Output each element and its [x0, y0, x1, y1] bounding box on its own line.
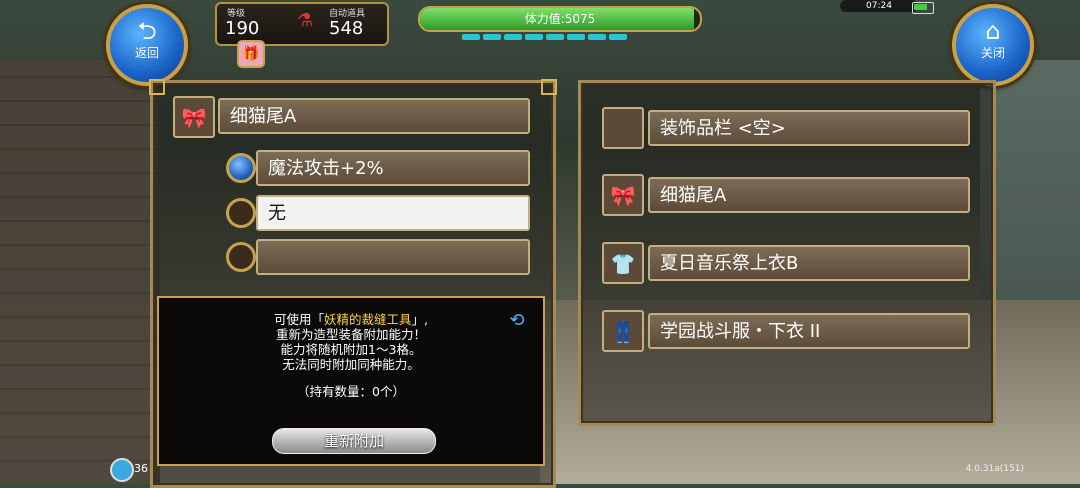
bow-icon: 🎀: [173, 96, 215, 138]
auto-item-value: 548: [329, 18, 364, 39]
battery-icon: [912, 2, 934, 14]
close-label: 关闭: [980, 46, 1005, 60]
home-icon: ⌂: [985, 17, 1001, 45]
stamina-bar: 体力值:5075: [418, 6, 702, 32]
shirt-icon: 👕: [602, 242, 644, 284]
ability-orb-empty: [226, 198, 256, 228]
frame-corner: [541, 79, 557, 95]
ability-orb-filled: [226, 153, 256, 183]
equip-row-accessory[interactable]: 装饰品栏 <空>: [648, 110, 970, 146]
equip-row-tail[interactable]: 细猫尾A: [648, 177, 970, 213]
owned-count: （持有数量：0个）: [297, 384, 405, 399]
ability-slot-1[interactable]: 魔法攻击+2%: [256, 150, 530, 186]
info-line-3: 能力将随机附加1～3格。: [280, 342, 422, 357]
chat-icon[interactable]: [110, 458, 134, 482]
info-line-4: 无法同时附加同种能力。: [282, 357, 420, 372]
ability-slot-2[interactable]: 无: [256, 195, 530, 231]
potion-icon: ⚗: [297, 10, 314, 31]
selected-item-name: 细猫尾A: [218, 98, 530, 134]
info-line-1: 可使用「妖精的裁缝工具」,: [273, 312, 428, 327]
equip-row-top[interactable]: 夏日音乐祭上衣B: [648, 245, 970, 281]
back-button[interactable]: ⮌ 返回: [106, 4, 188, 86]
clock-display: 07:24: [840, 0, 918, 12]
frame-corner: [149, 79, 165, 95]
ability-orb-empty: [226, 242, 256, 272]
refresh-icon[interactable]: ⟲: [505, 310, 529, 331]
gift-icon[interactable]: 🎁: [237, 40, 265, 68]
stamina-label: 体力值:5075: [524, 12, 596, 26]
pants-icon: 👖: [602, 310, 644, 352]
level-value: 190: [225, 18, 260, 39]
back-label: 返回: [134, 46, 159, 60]
tool-name: 妖精的裁缝工具: [324, 312, 412, 327]
energy-segments: [462, 34, 627, 40]
background-wall: [0, 60, 160, 484]
close-button[interactable]: ⌂ 关闭: [952, 4, 1034, 86]
chat-count: 36: [134, 462, 148, 475]
bow-icon: 🎀: [602, 174, 644, 216]
return-arrow-icon: ⮌: [137, 17, 157, 45]
ability-slot-3[interactable]: [256, 239, 530, 275]
reattach-info-box: 可使用「妖精的裁缝工具」, 重新为造型装备附加能力！ 能力将随机附加1～3格。 …: [157, 296, 545, 466]
version-text: 4.0.31a(151): [965, 464, 1024, 474]
info-line-2: 重新为造型装备附加能力！: [275, 327, 426, 342]
empty-slot-icon: [602, 107, 644, 149]
equip-row-bottom[interactable]: 学园战斗服・下衣 II: [648, 313, 970, 349]
reattach-button[interactable]: 重新附加: [272, 428, 436, 454]
